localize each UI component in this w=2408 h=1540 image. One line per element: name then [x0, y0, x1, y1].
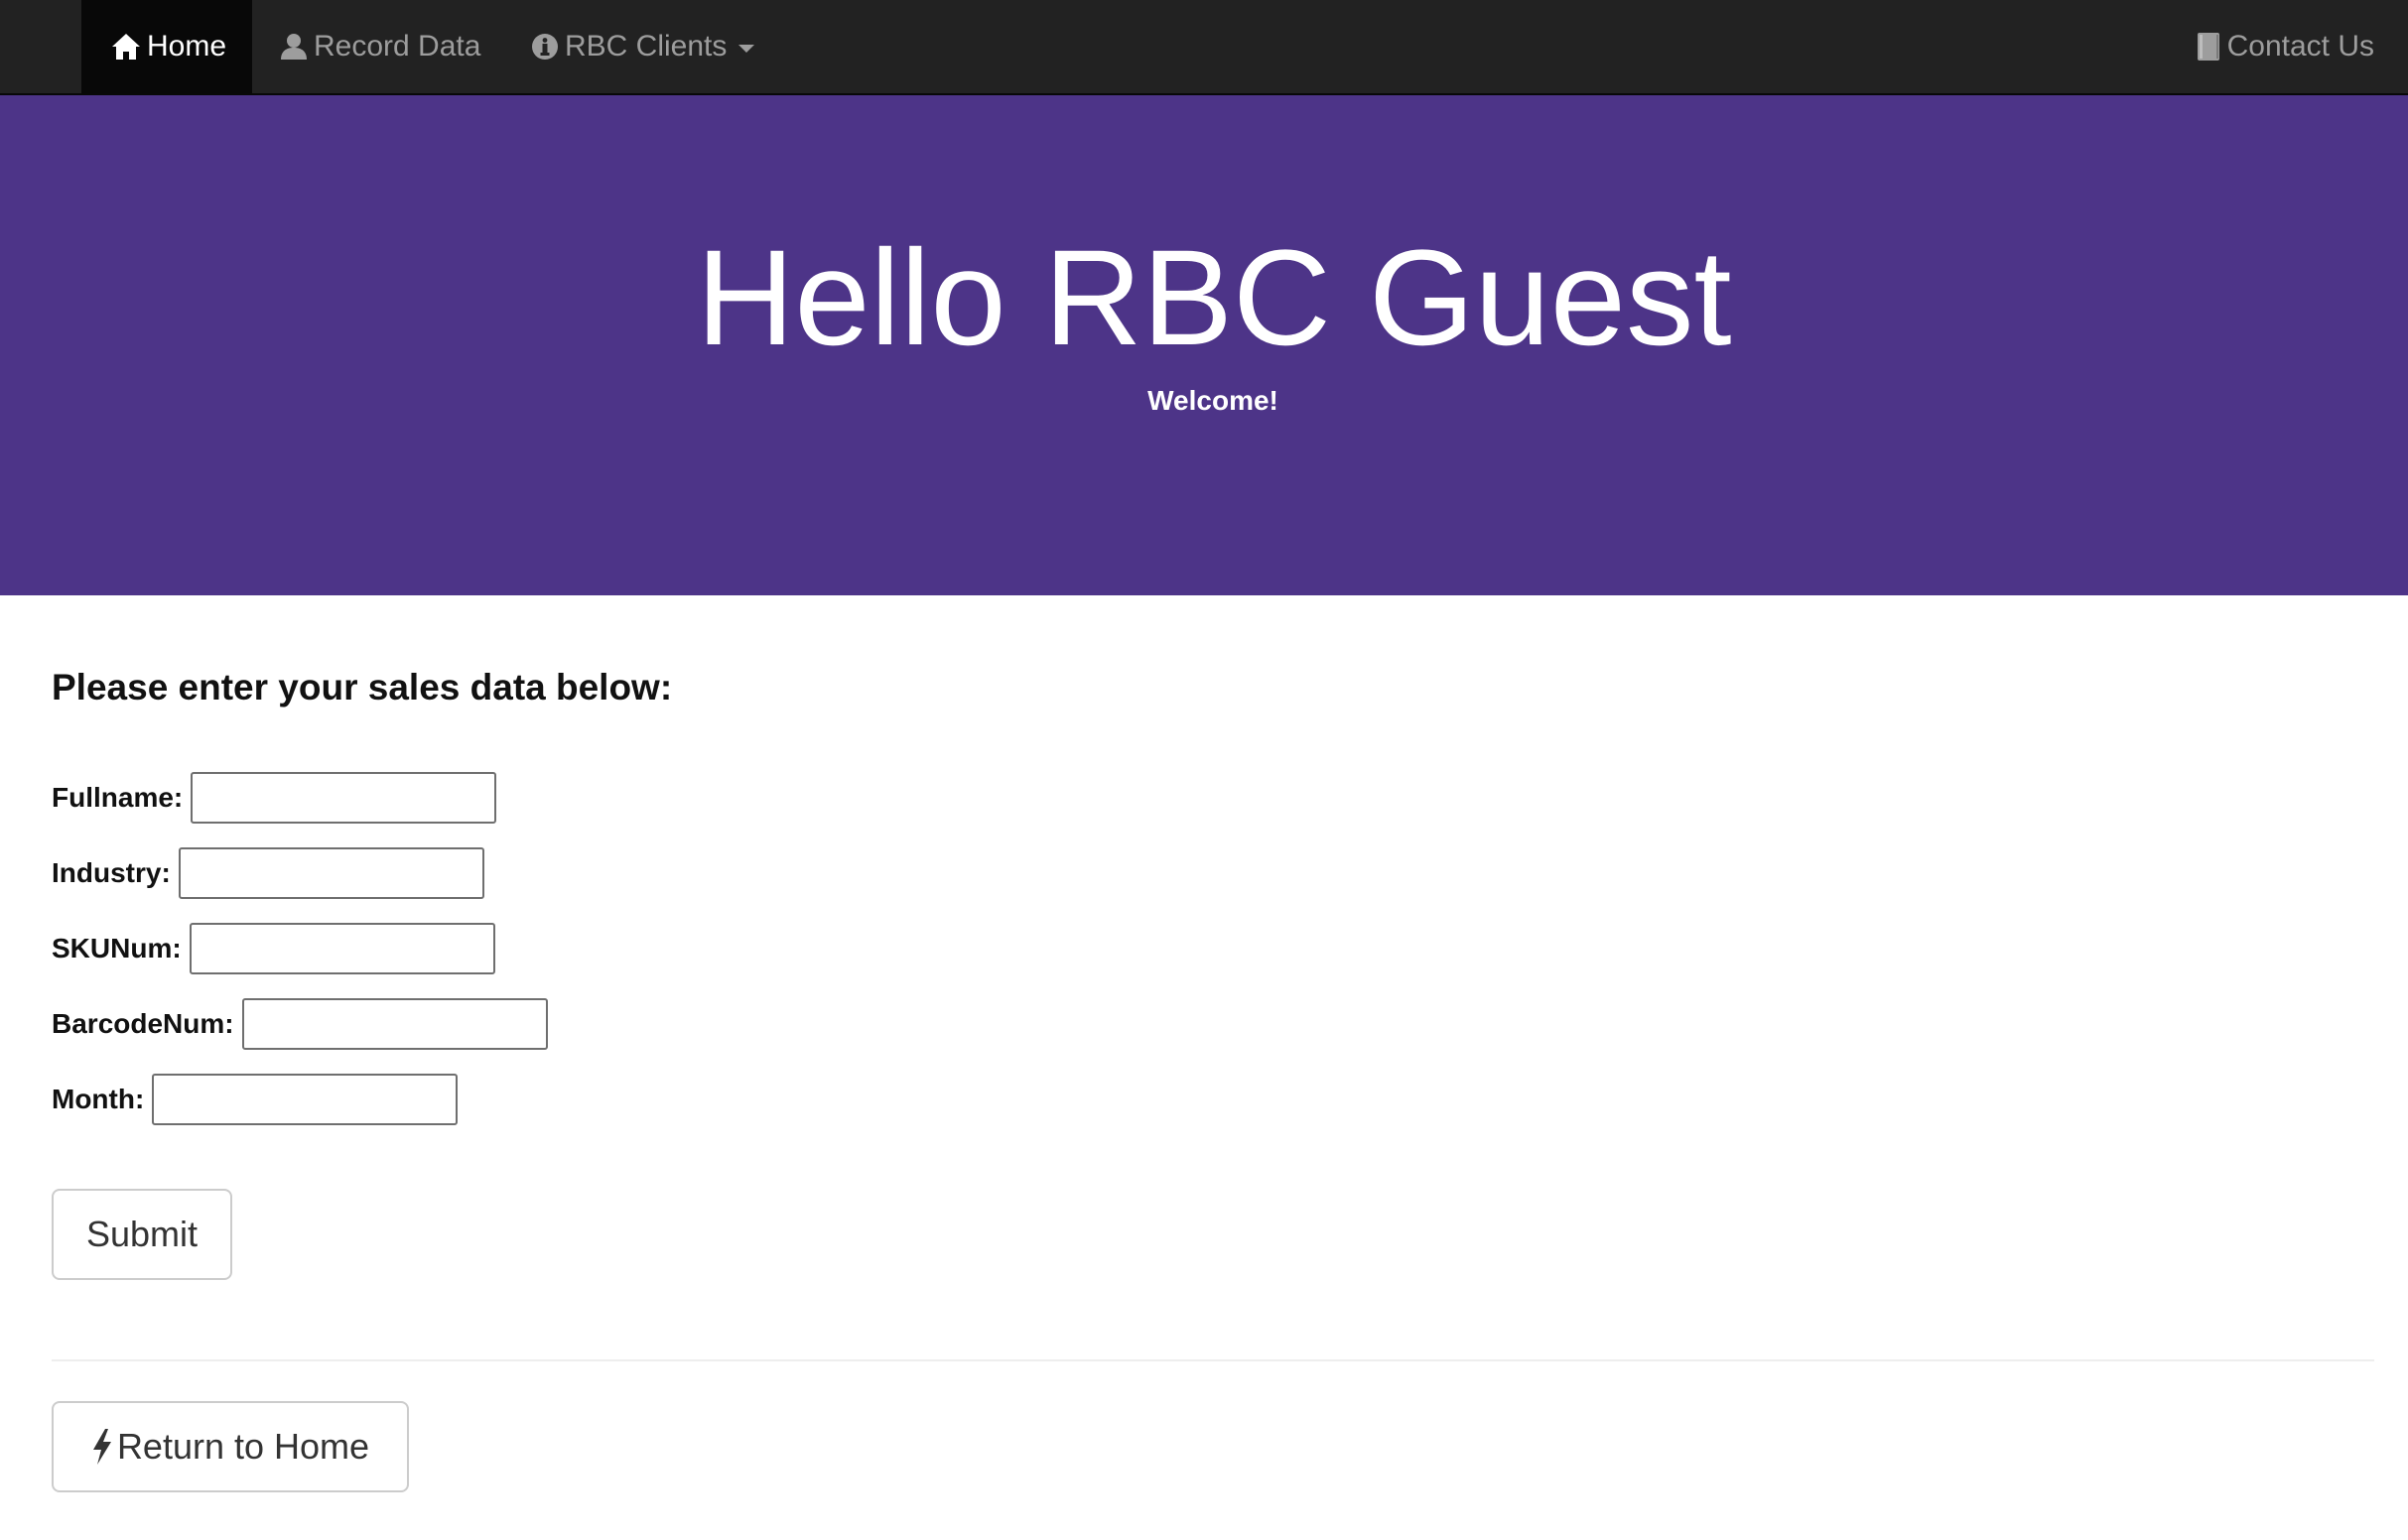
divider	[52, 1359, 2374, 1361]
industry-label: Industry:	[52, 857, 171, 888]
nav-contact-us[interactable]: Contact Us	[2196, 0, 2374, 93]
fullname-label: Fullname:	[52, 782, 184, 813]
return-to-home-label: Return to Home	[116, 1426, 370, 1467]
hero-title: Hello RBC Guest	[696, 222, 1732, 374]
navbar: Home Record Data RBC Clients Contact Us	[0, 0, 2408, 95]
nav-home[interactable]: Home	[81, 0, 252, 93]
nav-home-label: Home	[147, 30, 227, 63]
nav-contact-us-label: Contact Us	[2226, 30, 2374, 63]
form-heading: Please enter your sales data below:	[52, 667, 673, 707]
barcodenum-row: BarcodeNum:	[52, 998, 548, 1050]
industry-row: Industry:	[52, 847, 484, 899]
book-icon	[2197, 33, 2219, 61]
fullname-row: Fullname:	[52, 772, 497, 824]
nav-rbc-clients-label: RBC Clients	[565, 30, 728, 63]
barcodenum-field[interactable]	[241, 998, 548, 1050]
hero-subtitle: Welcome!	[1147, 385, 1278, 416]
barcodenum-label: BarcodeNum:	[52, 1008, 234, 1039]
nav-record-data[interactable]: Record Data	[280, 0, 480, 93]
month-row: Month:	[52, 1074, 459, 1125]
fullname-field[interactable]	[191, 772, 497, 824]
hero-banner: Hello RBC Guest Welcome!	[0, 95, 2408, 595]
nav-rbc-clients-dropdown[interactable]: RBC Clients	[531, 0, 755, 93]
flash-icon	[92, 1429, 111, 1465]
nav-record-data-label: Record Data	[314, 30, 481, 63]
info-icon	[532, 34, 558, 60]
home-icon	[112, 34, 140, 60]
month-label: Month:	[52, 1084, 145, 1114]
user-icon	[281, 34, 307, 60]
month-field[interactable]	[152, 1074, 459, 1125]
skunum-label: SKUNum:	[52, 933, 182, 963]
skunum-field[interactable]	[189, 923, 495, 974]
submit-button[interactable]: Submit	[52, 1189, 232, 1280]
industry-field[interactable]	[178, 847, 484, 899]
caret-down-icon	[738, 45, 755, 53]
return-to-home-button[interactable]: Return to Home	[52, 1401, 409, 1492]
skunum-row: SKUNum:	[52, 923, 495, 974]
